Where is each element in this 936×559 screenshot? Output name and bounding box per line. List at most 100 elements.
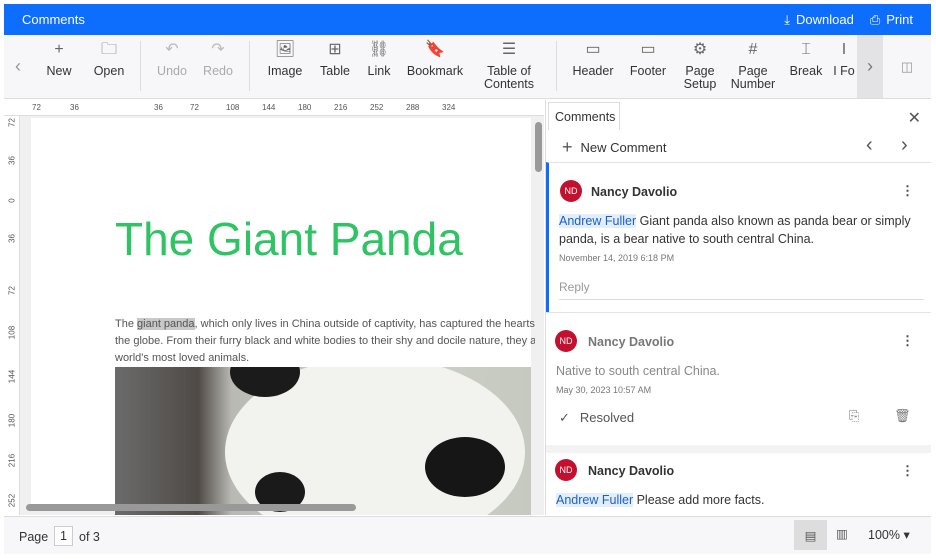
break-icon: ⌶	[801, 41, 811, 58]
close-icon[interactable]: ✕	[908, 108, 921, 128]
ruler-tick-label: 180	[7, 413, 17, 428]
comment-author: Nancy Davolio	[588, 464, 675, 478]
toolbar-header-button[interactable]: ▭ Header	[565, 35, 621, 98]
page-setup-icon: ⚙	[692, 41, 708, 58]
ruler-tick-label: 144	[262, 103, 276, 112]
toolbar-footer-button[interactable]: ▭ Footer	[621, 35, 675, 98]
toolbar-label: Page Number	[730, 64, 776, 91]
reopen-icon[interactable]: ⎘	[849, 408, 859, 424]
toolbar-label: Link	[367, 64, 391, 78]
comment-card[interactable]: ND Nancy Davolio ⋮ Native to south centr…	[546, 312, 931, 445]
comment-card[interactable]: ND Nancy Davolio ⋮ Andrew Fuller Giant p…	[546, 162, 931, 312]
toolbar-image-button[interactable]: 🖼 Image	[258, 35, 312, 98]
toolbar-bookmark-button[interactable]: 🔖 Bookmark	[400, 35, 470, 98]
toolbar-scroll-right[interactable]: ›	[857, 35, 883, 98]
page-number-icon: #	[748, 41, 758, 58]
ruler-tick-label: 72	[190, 103, 199, 112]
more-options-icon[interactable]: ⋮	[901, 333, 914, 349]
download-button[interactable]: ⤓ Download	[784, 12, 854, 28]
ruler-tick-label: 108	[7, 325, 17, 340]
toolbar-label: Footer	[629, 64, 667, 78]
ruler-tick-label: 216	[7, 453, 17, 468]
document-paragraph: The giant panda, which only lives in Chi…	[115, 318, 535, 364]
toolbar-page-setup-button[interactable]: ⚙ Page Setup	[675, 35, 725, 98]
more-options-icon[interactable]: ⋮	[901, 463, 914, 479]
toolbar-page-number-button[interactable]: # Page Number	[725, 35, 781, 98]
ruler-tick-label: 144	[7, 369, 17, 384]
toolbar-label: Header	[572, 64, 614, 78]
toolbar-table-of-contents-button[interactable]: ☰ Table of Contents	[470, 35, 548, 98]
ruler-tick-label: 72	[7, 118, 17, 127]
toolbar-new-button[interactable]: + New	[32, 35, 86, 98]
comment-card[interactable]: ND Nancy Davolio ⋮ Andrew Fuller Please …	[546, 445, 931, 515]
page-number-input[interactable]: 1	[54, 526, 73, 546]
toolbar-break-button[interactable]: ⌶ Break	[781, 35, 831, 98]
ruler-tick-label: 36	[154, 103, 163, 112]
toolbar-label: Open	[93, 64, 125, 78]
properties-pane-toggle-icon[interactable]: ◫	[883, 35, 931, 98]
redo-icon: ↷	[211, 41, 225, 58]
ruler-tick-label: 288	[406, 103, 420, 112]
print-button[interactable]: ⎙ Print	[870, 12, 913, 28]
page-label: Page	[19, 530, 49, 544]
document-page[interactable]: The Giant Panda The giant panda, which o…	[31, 118, 535, 515]
toolbar-redo-button[interactable]: ↷ Redo	[195, 35, 241, 98]
title-bar: Comments ⤓ Download ⎙ Print	[4, 4, 931, 35]
mention[interactable]: Andrew Fuller	[556, 493, 634, 507]
document-heading: The Giant Panda	[115, 213, 463, 265]
ruler-tick-label: 36	[7, 156, 17, 165]
comment-text: Andrew Fuller Please add more facts.	[556, 493, 765, 507]
avatar: ND	[555, 330, 577, 352]
tab-comments[interactable]: Comments	[548, 102, 620, 130]
horizontal-scrollbar[interactable]	[20, 503, 530, 513]
page-count: of 3	[79, 530, 100, 544]
delete-icon[interactable]: 🗑	[894, 408, 911, 424]
status-bar: Page 1 of 3 ▤ ▥ 100% ▾	[4, 516, 931, 554]
download-icon: ⤓	[784, 11, 791, 27]
toolbar-link-button[interactable]: ⛓ Link	[358, 35, 400, 98]
commented-text[interactable]: giant panda	[137, 318, 195, 330]
previous-comment-button[interactable]: ‹	[866, 134, 873, 157]
reply-input[interactable]: Reply	[559, 280, 924, 300]
toolbar-i-fo-button[interactable]: I I Fo	[831, 35, 857, 98]
toolbar-table-button[interactable]: ⊞ Table	[312, 35, 358, 98]
ruler-tick-label: 72	[7, 286, 17, 295]
toolbar-label: Undo	[157, 64, 187, 78]
more-options-icon[interactable]: ⋮	[901, 183, 914, 199]
comment-text: Native to south central China.	[556, 364, 720, 378]
toolbar-open-button[interactable]: 🗀 Open	[86, 35, 132, 98]
toolbar-label: Break	[789, 64, 823, 78]
toolbar: ‹ + New 🗀 Open ↶ Undo ↷ Redo 🖼 Image ⊞ Table ⛓ Link 🔖 B…	[4, 35, 931, 99]
comments-panel: Comments ✕ + New Comment ‹ › ND Nancy Dav…	[545, 100, 931, 515]
avatar: ND	[560, 180, 582, 202]
toolbar-label: Page Setup	[683, 64, 717, 91]
toolbar-label: I Fo	[833, 64, 855, 78]
comment-date: November 14, 2019 6:18 PM	[559, 253, 675, 263]
document-editor: 72 36 36 72 108 144 180 216 252 288 324 72 36 0 36 72 1…	[4, 100, 544, 515]
app-title: Comments	[22, 12, 85, 27]
table-icon: ⊞	[328, 41, 342, 58]
footer-icon: ▭	[640, 41, 656, 58]
mention[interactable]: Andrew Fuller	[559, 214, 637, 228]
comment-text: Andrew Fuller Giant panda also known as …	[559, 214, 911, 246]
vertical-scrollbar[interactable]	[534, 116, 544, 508]
toolbar-scroll-left[interactable]: ‹	[4, 35, 32, 98]
next-comment-button[interactable]: ›	[901, 134, 908, 157]
ruler-tick-label: 252	[370, 103, 384, 112]
print-layout-icon[interactable]: ▤	[794, 520, 827, 550]
toolbar-label: Redo	[203, 64, 233, 78]
new-comment-button[interactable]: + New Comment	[562, 137, 666, 158]
ruler-tick-label: 216	[334, 103, 348, 112]
toolbar-separator	[140, 41, 141, 91]
horizontal-ruler: 72 36 36 72 108 144 180 216 252 288 324	[4, 100, 544, 116]
toolbar-label: Table	[320, 64, 350, 78]
plus-icon: +	[54, 41, 64, 58]
zoom-dropdown[interactable]: 100% ▾	[868, 527, 910, 542]
image-icon: 🖼	[274, 41, 296, 58]
toolbar-undo-button[interactable]: ↶ Undo	[149, 35, 195, 98]
ruler-tick-label: 0	[7, 198, 17, 203]
ruler-tick-label: 108	[226, 103, 240, 112]
comment-author: Nancy Davolio	[588, 335, 675, 349]
web-layout-icon[interactable]: ▥	[836, 526, 848, 541]
panda-image	[115, 367, 531, 515]
